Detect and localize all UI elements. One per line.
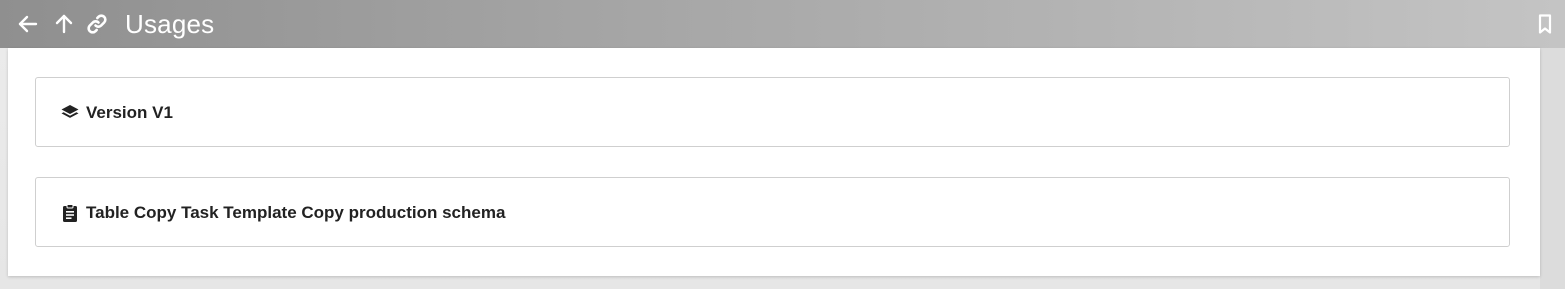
link-icon[interactable] [85, 12, 109, 36]
arrow-up-icon[interactable] [52, 12, 76, 36]
usages-panel: Version V1 Table Copy Task Template Copy… [8, 48, 1540, 276]
scroll-gutter [1540, 48, 1565, 289]
usage-item-version[interactable]: Version V1 [35, 77, 1510, 147]
usage-item-label: Table Copy Task Template Copy production… [86, 203, 506, 222]
bookmark-icon[interactable] [1533, 12, 1557, 36]
clipboard-icon [60, 203, 80, 223]
usage-item-task-template[interactable]: Table Copy Task Template Copy production… [35, 177, 1510, 247]
layers-icon [60, 103, 80, 123]
usage-item-label: Version V1 [86, 103, 173, 122]
header-bar: Usages [0, 0, 1565, 48]
page-title: Usages [125, 9, 215, 39]
arrow-left-icon[interactable] [16, 12, 40, 36]
